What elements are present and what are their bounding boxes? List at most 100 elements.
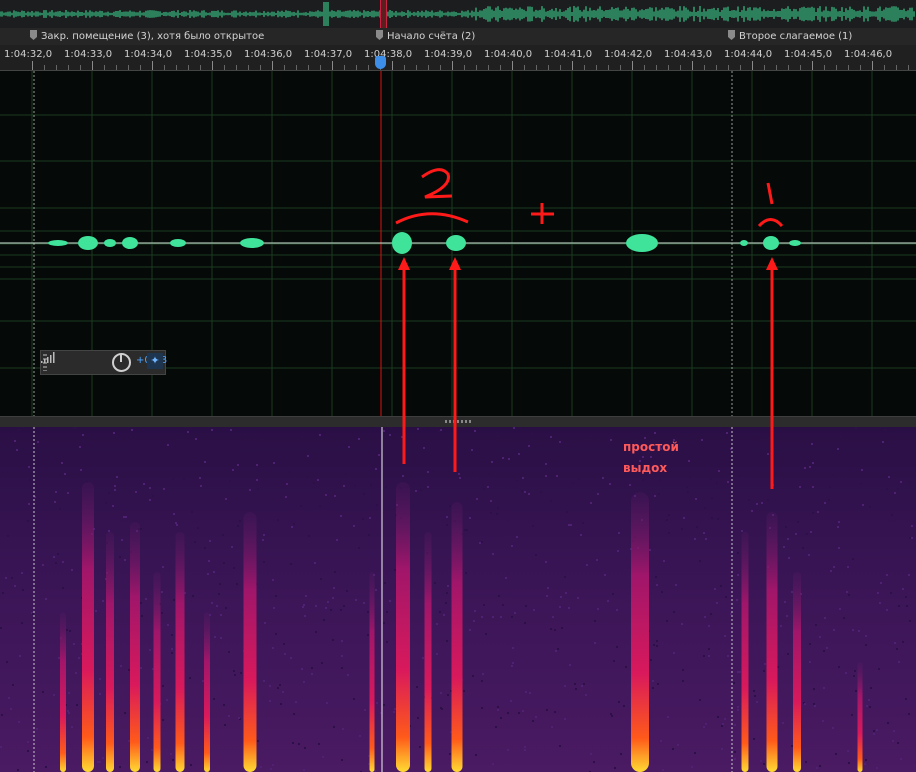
spectrogram-noise <box>610 713 612 715</box>
spectrogram-noise <box>69 630 71 632</box>
spectrogram-noise <box>840 436 842 438</box>
spectrogram-noise <box>257 488 259 490</box>
spectrogram-noise <box>492 553 494 555</box>
spectrogram-noise <box>304 747 306 749</box>
marker-closed-room[interactable]: Закр. помещение (3), хотя было открытое <box>30 30 264 43</box>
spectrogram-noise <box>616 646 618 648</box>
spectrogram-noise <box>673 611 675 613</box>
spectrogram-noise <box>275 633 277 635</box>
spectrogram-noise <box>780 625 782 627</box>
spectrogram-noise <box>236 583 238 585</box>
spectrogram-noise <box>369 517 371 519</box>
spectrogram-noise <box>231 546 233 548</box>
spectrogram-noise <box>277 519 279 521</box>
spectrogram-noise <box>804 467 806 469</box>
spectrogram-noise <box>440 692 442 694</box>
ruler-minor-tick <box>668 65 669 70</box>
spectrogram-noise <box>321 662 323 664</box>
marker-count-start[interactable]: Начало счёта (2) <box>376 30 475 43</box>
spectrogram-noise <box>858 630 860 632</box>
spectrogram-noise <box>55 562 57 564</box>
spectrogram-noise <box>116 435 118 437</box>
spectrogram-noise <box>53 556 55 558</box>
spectrogram-noise <box>151 749 153 751</box>
spectrogram-noise <box>813 703 815 705</box>
waveform-burst <box>104 239 116 247</box>
spectrogram-noise <box>422 657 424 659</box>
spectrogram-noise <box>497 435 499 437</box>
spectrogram-noise <box>61 462 63 464</box>
ruler-minor-tick <box>788 65 789 70</box>
spectrogram-noise <box>128 669 130 671</box>
spectrogram-noise <box>170 753 172 755</box>
spectrogram-noise <box>853 675 855 677</box>
spectrogram-noise <box>880 582 882 584</box>
spectrogram-panel[interactable] <box>0 427 916 772</box>
spectrogram-noise <box>298 743 300 745</box>
spectrogram-noise <box>545 561 547 563</box>
spectrogram-noise <box>402 475 404 477</box>
spectrogram-noise <box>345 473 347 475</box>
spectrogram-noise <box>464 529 466 531</box>
spectrogram-noise <box>469 517 471 519</box>
spectrogram-noise <box>389 434 391 436</box>
spectrogram-noise <box>828 499 830 501</box>
spectrogram-noise <box>612 593 614 595</box>
spectrogram-noise <box>446 592 448 594</box>
spectrogram-noise <box>280 441 282 443</box>
marker-label: Закр. помещение (3), хотя было открытое <box>41 31 265 42</box>
pin-icon[interactable]: ✦ <box>147 353 163 369</box>
spectrogram-noise <box>611 715 613 717</box>
spectrogram-noise <box>71 569 73 571</box>
spectrogram-noise <box>325 607 327 609</box>
spectrogram-noise <box>886 488 888 490</box>
spectrogram-noise <box>27 750 29 752</box>
spectrogram-noise <box>295 701 297 703</box>
spectrogram-noise <box>662 769 664 771</box>
spectrogram-noise <box>472 675 474 677</box>
marker-second-addend[interactable]: Второе слагаемое (1) <box>728 30 852 43</box>
spectrogram-noise <box>211 602 213 604</box>
spectrogram-noise <box>326 702 328 704</box>
spectrogram-noise <box>233 670 235 672</box>
spectrogram-noise <box>426 440 428 442</box>
spectrogram-noise <box>303 681 305 683</box>
spectrogram-noise <box>767 499 769 501</box>
spectrogram-noise <box>808 554 810 556</box>
spectrogram-noise <box>257 740 259 742</box>
spectrogram-noise <box>656 645 658 647</box>
spectrogram-noise <box>575 688 577 690</box>
spectrogram-noise <box>797 521 799 523</box>
spectrogram-noise <box>336 539 338 541</box>
spectrogram-noise <box>805 761 807 763</box>
spectrogram-noise <box>237 464 239 466</box>
ruler-minor-tick <box>224 65 225 70</box>
waveform-panel[interactable]: +0 dB <box>0 71 916 416</box>
spectrogram-noise <box>12 684 14 686</box>
overview-waveform[interactable] <box>0 0 916 28</box>
time-ruler[interactable]: 1:04:32,0 1:04:33,0 1:04:34,0 1:04:35,0 1:04… <box>0 45 916 71</box>
spectrogram-noise <box>29 479 31 481</box>
spectrogram-noise <box>613 660 615 662</box>
ruler-minor-tick <box>536 65 537 70</box>
waveform-burst <box>392 232 412 254</box>
spectrogram-noise <box>844 446 846 448</box>
spectrogram-noise <box>891 514 893 516</box>
spectrogram-noise <box>191 511 193 513</box>
ruler-tick-label: 1:04:35,0 <box>184 49 233 60</box>
spectrogram-noise <box>498 595 500 597</box>
spectrogram-noise <box>721 725 723 727</box>
spectrogram-noise <box>192 595 194 597</box>
playhead-handle[interactable] <box>375 56 386 69</box>
ruler-tick-label: 1:04:39,0 <box>424 49 473 60</box>
overview-viewport-handle[interactable] <box>380 0 387 28</box>
spectrogram-noise <box>443 614 445 616</box>
spectrogram-noise <box>469 629 471 631</box>
spectrogram-noise <box>171 634 173 636</box>
gain-knob-icon[interactable] <box>112 353 131 372</box>
spectrogram-noise <box>658 493 660 495</box>
spectrogram-noise <box>607 600 609 602</box>
spectrogram-noise <box>756 701 758 703</box>
spectrogram-noise <box>291 526 293 528</box>
spectrogram-noise <box>394 708 396 710</box>
